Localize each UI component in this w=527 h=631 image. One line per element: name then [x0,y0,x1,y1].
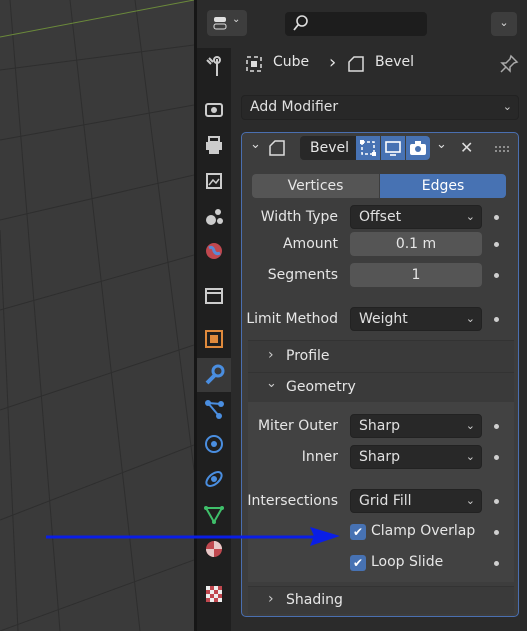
annotation-arrow [46,527,340,546]
